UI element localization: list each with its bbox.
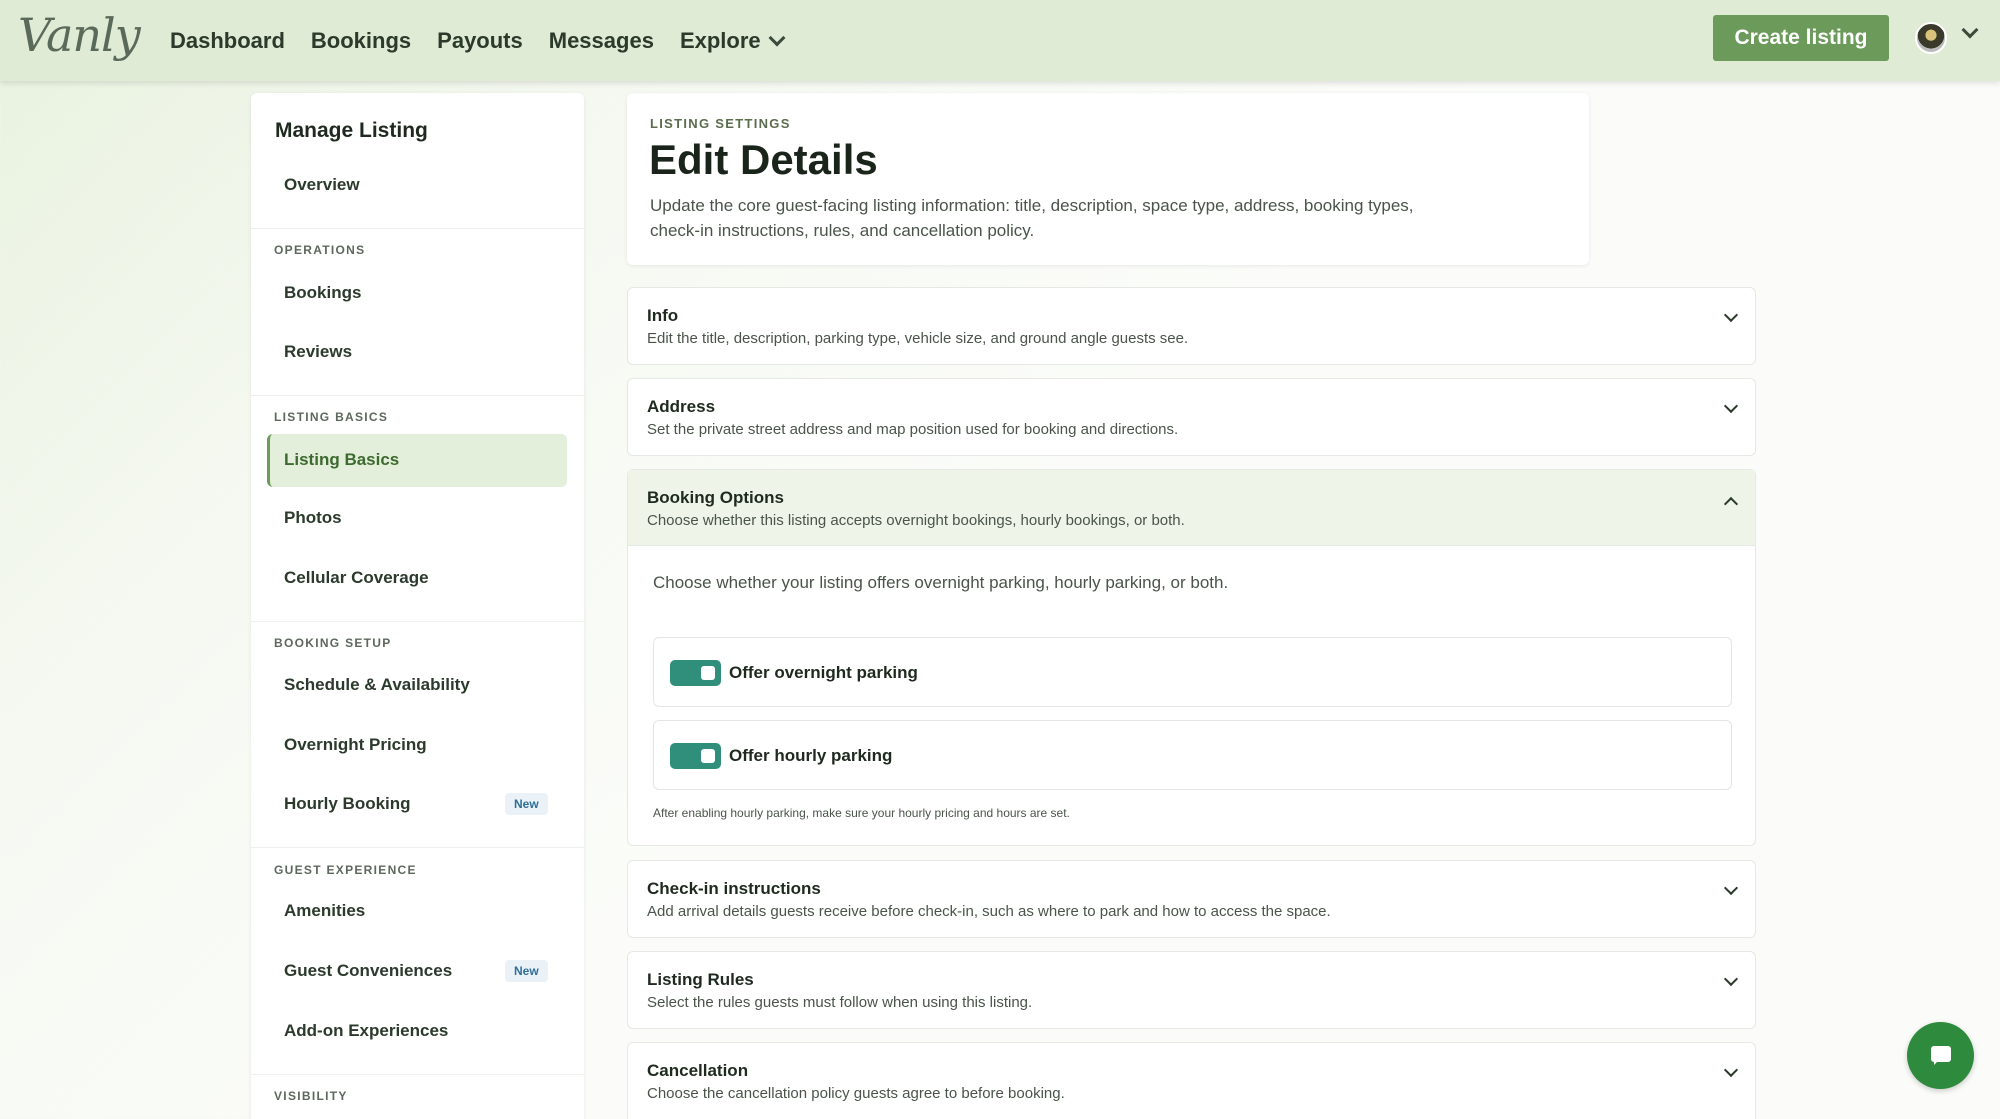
page-description: Update the core guest-facing listing inf… xyxy=(650,196,1414,240)
sidebar-item-photos[interactable]: Photos xyxy=(284,508,342,528)
panel-title: Info xyxy=(647,306,679,325)
panel-title: Address xyxy=(647,397,716,416)
panel-title: Cancellation xyxy=(647,1061,749,1080)
panel-info-header[interactable]: Info Edit the title, description, parkin… xyxy=(628,288,1755,364)
section-guest-experience: GUEST EXPERIENCE xyxy=(274,863,417,877)
sidebar-title: Manage Listing xyxy=(275,119,428,142)
panel-subtitle: Choose whether this listing accepts over… xyxy=(647,512,1185,529)
section-visibility: VISIBILITY xyxy=(274,1089,348,1103)
sidebar-item-guest-conveniences[interactable]: Guest Conveniences xyxy=(284,961,452,981)
main-nav: Dashboard Bookings Payouts Messages Expl… xyxy=(170,0,786,81)
panel-booking-options-header[interactable]: Booking Options Choose whether this list… xyxy=(628,470,1755,546)
hourly-parking-label: Offer hourly parking xyxy=(729,746,893,765)
top-navbar: Vanly Dashboard Bookings Payouts Message… xyxy=(0,0,2000,81)
panel-subtitle: Set the private street address and map p… xyxy=(647,421,1179,438)
panel-subtitle: Select the rules guests must follow when… xyxy=(647,994,1033,1011)
sidebar-item-overview[interactable]: Overview xyxy=(284,175,360,195)
chevron-down-icon xyxy=(1723,398,1739,414)
nav-bookings[interactable]: Bookings xyxy=(311,28,411,54)
panel-title: Check-in instructions xyxy=(647,879,821,898)
vanly-logo[interactable]: Vanly xyxy=(18,8,148,62)
panel-subtitle: Add arrival details guests receive befor… xyxy=(647,903,1331,920)
new-badge: New xyxy=(505,960,548,982)
chevron-down-icon xyxy=(1723,1062,1739,1078)
page-header-card: LISTING SETTINGS Edit Details Update the… xyxy=(627,93,1589,265)
booking-options-lead: Choose whether your listing offers overn… xyxy=(653,573,1229,592)
manage-listing-sidebar: Manage Listing Overview OPERATIONS Booki… xyxy=(251,93,584,1119)
nav-messages[interactable]: Messages xyxy=(549,28,654,54)
section-operations: OPERATIONS xyxy=(274,243,366,257)
divider xyxy=(251,621,584,622)
panel-cancellation: Cancellation Choose the cancellation pol… xyxy=(627,1042,1756,1119)
panel-booking-options: Booking Options Choose whether this list… xyxy=(627,469,1756,846)
divider xyxy=(251,847,584,848)
overnight-parking-toggle[interactable] xyxy=(670,660,721,686)
panel-cancellation-header[interactable]: Cancellation Choose the cancellation pol… xyxy=(628,1043,1755,1119)
sidebar-item-reviews[interactable]: Reviews xyxy=(284,342,352,362)
panel-title: Booking Options xyxy=(647,488,784,507)
panel-listing-rules: Listing Rules Select the rules guests mu… xyxy=(627,951,1756,1029)
panel-rules-header[interactable]: Listing Rules Select the rules guests mu… xyxy=(628,952,1755,1028)
logo-text: Vanly xyxy=(18,8,141,62)
chevron-down-icon xyxy=(1723,971,1739,987)
divider xyxy=(251,228,584,229)
panel-title: Listing Rules xyxy=(647,970,754,989)
panel-checkin-header[interactable]: Check-in instructions Add arrival detail… xyxy=(628,861,1755,937)
panel-checkin-instructions: Check-in instructions Add arrival detail… xyxy=(627,860,1756,938)
sidebar-item-listing-basics[interactable]: Listing Basics xyxy=(284,450,399,470)
sidebar-item-bookings[interactable]: Bookings xyxy=(284,283,361,303)
divider xyxy=(251,395,584,396)
panel-address-header[interactable]: Address Set the private street address a… xyxy=(628,379,1755,455)
nav-payouts[interactable]: Payouts xyxy=(437,28,523,54)
chevron-down-icon[interactable] xyxy=(1961,21,1979,39)
overnight-parking-row: Offer overnight parking xyxy=(653,637,1732,707)
avatar[interactable] xyxy=(1915,22,1947,54)
chevron-down-icon xyxy=(1723,307,1739,323)
sidebar-item-cellular-coverage[interactable]: Cellular Coverage xyxy=(284,568,429,588)
nav-explore[interactable]: Explore xyxy=(679,27,786,54)
overnight-parking-label: Offer overnight parking xyxy=(729,663,918,682)
panel-address: Address Set the private street address a… xyxy=(627,378,1756,456)
sidebar-item-overnight-pricing[interactable]: Overnight Pricing xyxy=(284,735,427,755)
chat-button[interactable] xyxy=(1907,1022,1974,1089)
hourly-parking-toggle[interactable] xyxy=(670,743,721,769)
create-listing-button[interactable]: Create listing xyxy=(1713,15,1889,61)
sidebar-item-hourly-booking[interactable]: Hourly Booking xyxy=(284,794,411,814)
new-badge: New xyxy=(505,793,548,815)
section-listing-basics: LISTING BASICS xyxy=(274,410,389,424)
page-title: Edit Details xyxy=(649,136,878,183)
eyebrow-label: LISTING SETTINGS xyxy=(650,116,791,131)
panel-info: Info Edit the title, description, parkin… xyxy=(627,287,1756,365)
hourly-parking-row: Offer hourly parking xyxy=(653,720,1732,790)
divider xyxy=(251,1074,584,1075)
chevron-down-icon xyxy=(768,29,786,46)
nav-explore-label: Explore xyxy=(679,27,761,53)
panel-subtitle: Edit the title, description, parking typ… xyxy=(647,330,1189,347)
sidebar-item-schedule[interactable]: Schedule & Availability xyxy=(284,675,470,695)
nav-dashboard[interactable]: Dashboard xyxy=(170,28,285,54)
chevron-up-icon xyxy=(1723,496,1739,512)
panel-subtitle: Choose the cancellation policy guests ag… xyxy=(647,1085,1065,1102)
sidebar-item-amenities[interactable]: Amenities xyxy=(284,901,365,921)
chat-icon xyxy=(1931,1046,1951,1065)
hourly-parking-hint: After enabling hourly parking, make sure… xyxy=(653,806,1070,820)
chevron-down-icon xyxy=(1723,880,1739,896)
sidebar-item-addon-experiences[interactable]: Add-on Experiences xyxy=(284,1021,448,1041)
section-booking-setup: BOOKING SETUP xyxy=(274,636,392,650)
